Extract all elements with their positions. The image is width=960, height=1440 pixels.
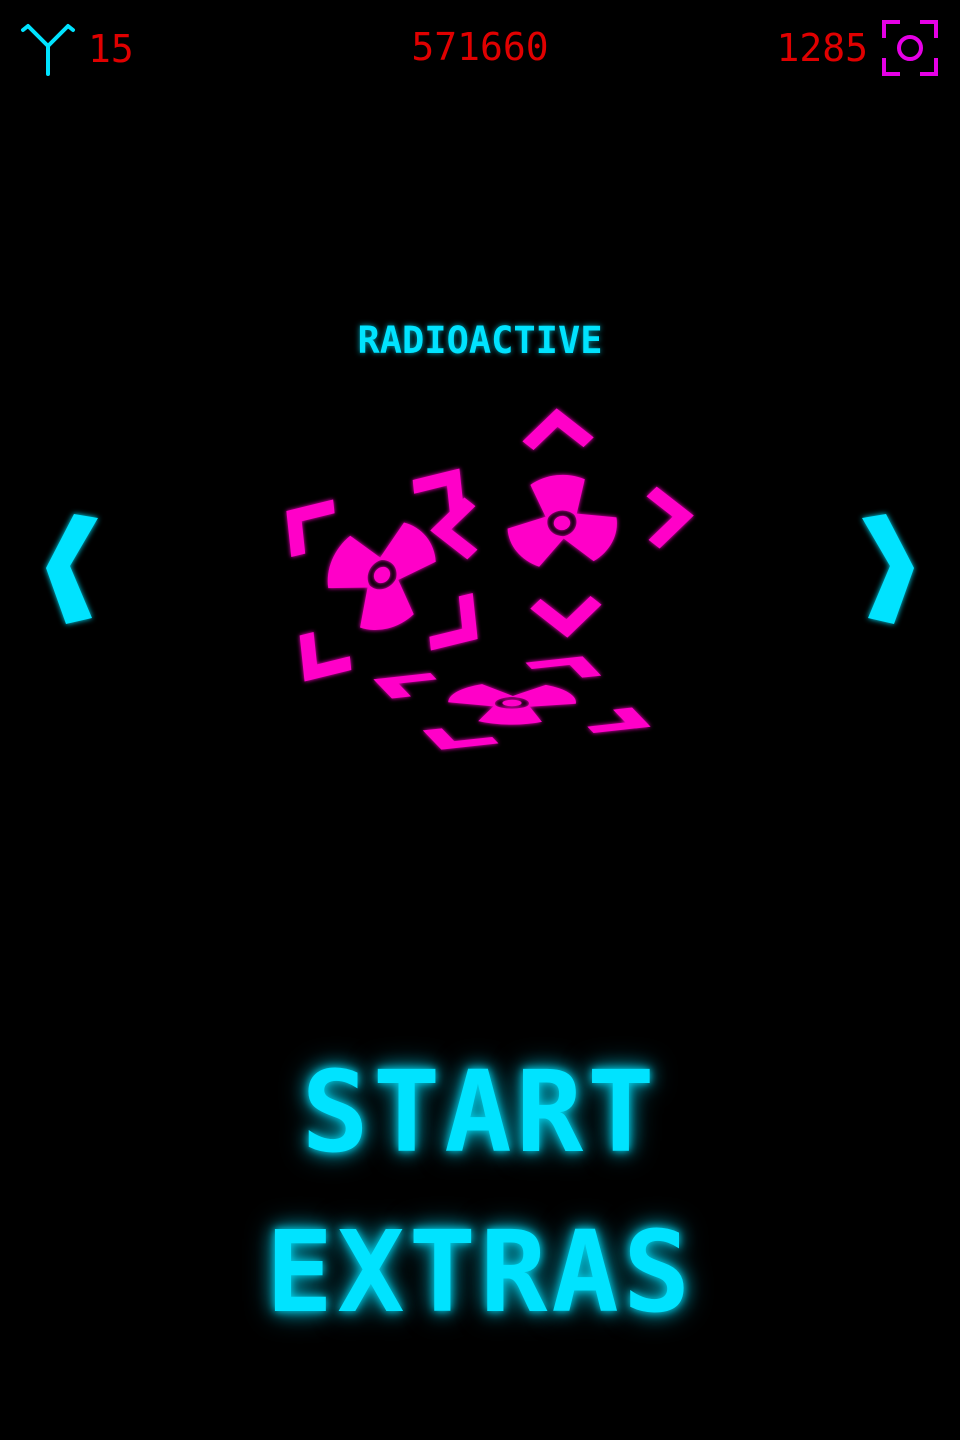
extras-button[interactable]: EXTRAS [0,1217,960,1329]
currency-counter: 1285 [776,18,940,78]
start-button[interactable]: START [0,1057,960,1169]
score-value: 571660 [411,25,549,69]
chevron-right-icon[interactable] [852,500,922,640]
chevron-left-icon[interactable] [38,500,108,640]
currency-count: 1285 [776,26,868,70]
radioactive-cube-icon [280,405,700,765]
target-reticle-icon [882,20,938,76]
skin-name-label: RADIOACTIVE [357,319,603,362]
